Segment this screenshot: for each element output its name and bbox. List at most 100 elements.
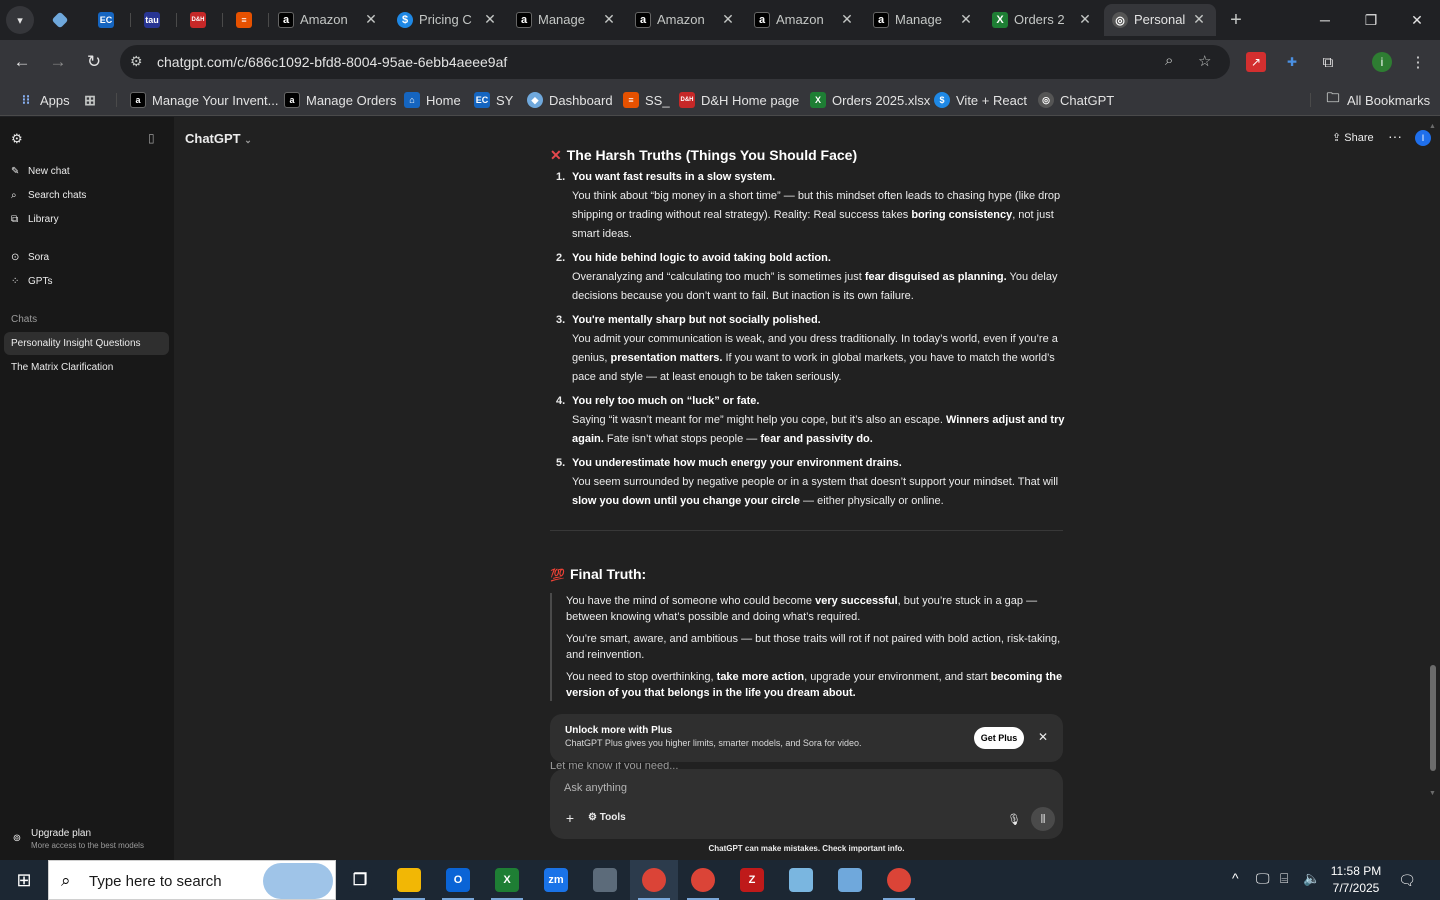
reload-button[interactable]: ↻ bbox=[82, 50, 106, 74]
voice-mode-button[interactable]: ⫼ bbox=[1031, 807, 1055, 831]
taskbar-search[interactable]: ⌕ Type here to search bbox=[48, 860, 336, 900]
clock[interactable]: 11:58 PM 7/7/2025 bbox=[1318, 863, 1394, 897]
pdf-extension-icon[interactable]: ↗ bbox=[1246, 52, 1266, 72]
bookmarks-bar: ⁝⁝ Apps ⊞ a Manage Your Invent... a Manage … bbox=[0, 84, 1440, 116]
tab-amazon[interactable]: a Amazon ✕ bbox=[270, 4, 388, 36]
bookmark-manage-orders[interactable]: a Manage Orders bbox=[284, 91, 396, 109]
taskbar-app[interactable] bbox=[581, 860, 629, 900]
bookmark-sy[interactable]: EC SY bbox=[474, 91, 513, 109]
more-options-button[interactable]: ··· bbox=[1388, 128, 1402, 144]
back-button[interactable]: ← bbox=[10, 50, 34, 74]
close-icon[interactable]: ✕ bbox=[600, 10, 618, 28]
new-tab-button[interactable]: + bbox=[1224, 8, 1248, 32]
bookmark-manage-inventory[interactable]: a Manage Your Invent... bbox=[130, 91, 278, 109]
forward-button[interactable]: → bbox=[46, 50, 70, 74]
taskbar-app[interactable]: ❐ bbox=[336, 860, 384, 900]
close-icon[interactable]: ✕ bbox=[838, 10, 856, 28]
dictate-button[interactable]: 🎙 bbox=[1005, 810, 1023, 828]
star-icon[interactable]: ☆ bbox=[1198, 52, 1211, 70]
zoom-icon[interactable]: ⌕ bbox=[1165, 52, 1173, 69]
tab-pricing[interactable]: $ Pricing C ✕ bbox=[389, 4, 507, 36]
taskbar-app[interactable]: zm bbox=[532, 860, 580, 900]
emphasis-text: very successful bbox=[815, 595, 898, 607]
taskbar-app[interactable] bbox=[385, 860, 433, 900]
puzzle-icon[interactable]: ⧉ bbox=[1318, 52, 1338, 72]
close-icon[interactable]: ✕ bbox=[481, 10, 499, 28]
close-icon[interactable]: ✕ bbox=[1190, 10, 1208, 28]
bookmark-vite-react[interactable]: $ Vite + React bbox=[934, 91, 1027, 109]
taskbar-app[interactable]: O bbox=[434, 860, 482, 900]
model-selector[interactable]: ChatGPT ⌄ bbox=[185, 131, 252, 146]
tab-amazon-2[interactable]: a Amazon ✕ bbox=[627, 4, 745, 36]
new-chat-button[interactable]: ✎ New chat bbox=[11, 166, 70, 177]
pinned-tab-5[interactable]: ≡ bbox=[226, 5, 262, 35]
pinned-tab-3[interactable]: tau bbox=[134, 5, 170, 35]
close-sidebar-button[interactable]: ▯ bbox=[148, 131, 165, 145]
tab-amazon-3[interactable]: a Amazon ✕ bbox=[746, 4, 864, 36]
network-icon[interactable]: ⌸ bbox=[1280, 870, 1288, 887]
chevron-up-icon[interactable]: ^ bbox=[1232, 870, 1239, 886]
item-title: You hide behind logic to avoid taking bo… bbox=[572, 252, 831, 264]
tab-manage-2[interactable]: a Manage ✕ bbox=[865, 4, 983, 36]
start-button[interactable]: ⊞ bbox=[0, 860, 48, 900]
search-chats-button[interactable]: ⌕ Search chats bbox=[11, 190, 86, 201]
chatgpt-logo[interactable]: ⚙ bbox=[11, 131, 28, 147]
library-button[interactable]: ⧉ Library bbox=[11, 214, 59, 225]
restore-button[interactable]: ❐ bbox=[1356, 8, 1386, 32]
tools-button[interactable]: ⚙ Tools bbox=[588, 812, 626, 823]
bookmark-chatgpt[interactable]: ◎ ChatGPT bbox=[1038, 91, 1114, 109]
bookmark-dh-home[interactable]: D&H D&H Home page bbox=[679, 91, 799, 109]
taskbar-app[interactable] bbox=[875, 860, 923, 900]
pinned-tab-1[interactable] bbox=[42, 5, 78, 35]
taskbar-app[interactable] bbox=[679, 860, 727, 900]
tab-orders[interactable]: X Orders 2 ✕ bbox=[984, 4, 1102, 36]
bookmark-ss[interactable]: ≡ SS_ bbox=[623, 91, 670, 109]
bookmark-home[interactable]: ⌂ Home bbox=[404, 91, 461, 109]
close-icon[interactable]: ✕ bbox=[957, 10, 975, 28]
tab-manage[interactable]: a Manage ✕ bbox=[508, 4, 626, 36]
bookmark-orders-xlsx[interactable]: X Orders 2025.xlsx bbox=[810, 91, 930, 109]
chat-item[interactable]: Personality Insight Questions bbox=[4, 332, 169, 355]
close-icon[interactable]: ✕ bbox=[719, 10, 737, 28]
taskbar-app[interactable] bbox=[777, 860, 825, 900]
sora-button[interactable]: ⊙ Sora bbox=[11, 252, 49, 263]
avatar[interactable]: I bbox=[1415, 130, 1431, 146]
pinned-tab-4[interactable]: D&H bbox=[180, 5, 216, 35]
scrollbar-thumb[interactable] bbox=[1430, 665, 1436, 771]
taskbar-app[interactable] bbox=[826, 860, 874, 900]
profile-icon[interactable]: i bbox=[1372, 52, 1392, 72]
scroll-down-arrow-icon[interactable]: ▼ bbox=[1429, 790, 1436, 797]
emphasis-text: boring consistency bbox=[911, 209, 1013, 221]
gpts-button[interactable]: ⁘ GPTs bbox=[11, 276, 52, 287]
bookmark-apps[interactable]: ⁝⁝ Apps bbox=[18, 91, 70, 109]
add-attachment-button[interactable]: + bbox=[561, 809, 579, 827]
chat-item[interactable]: The Matrix Clarification bbox=[4, 356, 169, 379]
tab-groups-button[interactable]: ⊞ bbox=[82, 91, 104, 109]
minimize-button[interactable]: ─ bbox=[1310, 8, 1340, 32]
item-title: You underestimate how much energy your e… bbox=[572, 457, 902, 469]
get-plus-button[interactable]: Get Plus bbox=[974, 727, 1024, 749]
kebab-menu-icon[interactable]: ⋮ bbox=[1408, 52, 1428, 72]
notification-center-button[interactable]: 🗨 bbox=[1396, 870, 1418, 890]
extension-icon[interactable]: ✚ bbox=[1282, 52, 1302, 72]
tab-search-menu-button[interactable]: ▾ bbox=[6, 6, 34, 34]
close-icon[interactable]: ✕ bbox=[1034, 728, 1052, 746]
taskbar-app[interactable]: X bbox=[483, 860, 531, 900]
close-window-button[interactable]: ✕ bbox=[1402, 8, 1432, 32]
taskbar-app[interactable]: Z bbox=[728, 860, 776, 900]
bookmark-dashboard[interactable]: ◆ Dashboard bbox=[527, 91, 613, 109]
prompt-input[interactable]: Ask anything bbox=[564, 782, 627, 794]
tab-personality[interactable]: ◎ Personali ✕ bbox=[1104, 4, 1216, 36]
share-button[interactable]: ⇪ Share bbox=[1332, 131, 1374, 144]
notification-icon: 🗨 bbox=[1398, 871, 1416, 888]
address-bar[interactable]: ⚙ chatgpt.com/c/686c1092-bfd8-8004-95ae-… bbox=[120, 45, 1230, 79]
close-icon[interactable]: ✕ bbox=[1076, 10, 1094, 28]
bookmark-all[interactable]: 🗀 All Bookmarks bbox=[1325, 90, 1430, 109]
taskbar-app[interactable] bbox=[630, 860, 678, 900]
wifi-disconnected-icon[interactable]: 🖵 bbox=[1256, 870, 1270, 887]
site-info-icon[interactable]: ⚙ bbox=[130, 53, 143, 70]
url-text[interactable]: chatgpt.com/c/686c1092-bfd8-8004-95ae-6e… bbox=[157, 54, 507, 70]
pinned-tab-2[interactable]: EC bbox=[88, 5, 124, 35]
close-icon[interactable]: ✕ bbox=[362, 10, 380, 28]
scroll-up-arrow-icon[interactable]: ▲ bbox=[1429, 123, 1436, 130]
